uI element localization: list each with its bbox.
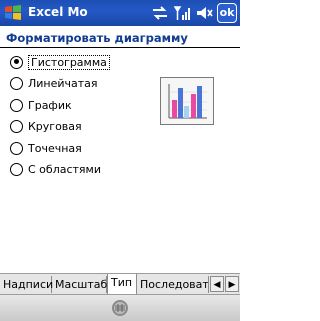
radio-bar[interactable] [10,76,23,90]
app-title: Excel Mo [28,5,88,19]
page-title: Форматировать диаграмму [6,31,188,45]
keyboard-icon[interactable] [111,299,129,317]
tab-series[interactable]: Последовате [137,276,209,293]
tab-scale[interactable]: Масштаб [52,276,107,293]
option-line[interactable]: График [10,96,150,114]
header-divider [0,47,240,48]
radio-histogram[interactable] [10,55,23,69]
option-histogram[interactable]: Гистограмма [10,53,150,71]
tab-strip: Надписи Масштаб Тип Последовате ◀ ▶ [0,273,240,295]
dialog-header: Форматировать диаграмму [0,26,240,48]
option-label: График [28,98,72,112]
option-label: Круговая [28,119,82,133]
option-label: С областями [28,162,101,176]
column-chart-preview-icon [168,84,207,119]
windows-start-icon[interactable] [3,3,23,23]
volume-icon[interactable] [194,3,214,23]
option-scatter[interactable]: Точечная [10,139,150,157]
chart-preview [160,77,214,125]
option-pie[interactable]: Круговая [10,117,150,135]
tab-labels[interactable]: Надписи [0,276,53,293]
option-bar[interactable]: Линейчатая [10,74,150,92]
option-label: Точечная [28,141,82,155]
bottom-bar [0,294,240,321]
title-bar: Excel Mo ok [0,0,240,26]
tab-type[interactable]: Тип [107,274,137,294]
ok-button[interactable]: ok [217,3,237,23]
radio-pie[interactable] [10,119,23,133]
radio-scatter[interactable] [10,141,23,155]
radio-area[interactable] [10,162,23,176]
connectivity-icon[interactable] [150,3,170,23]
option-label: Гистограмма [28,54,110,70]
signal-icon[interactable] [172,3,192,23]
radio-line[interactable] [10,98,23,112]
tab-scroll-left-button[interactable]: ◀ [210,276,224,292]
tab-scroll-right-button[interactable]: ▶ [225,276,239,292]
option-label: Линейчатая [28,76,98,90]
option-area[interactable]: С областями [10,160,150,178]
